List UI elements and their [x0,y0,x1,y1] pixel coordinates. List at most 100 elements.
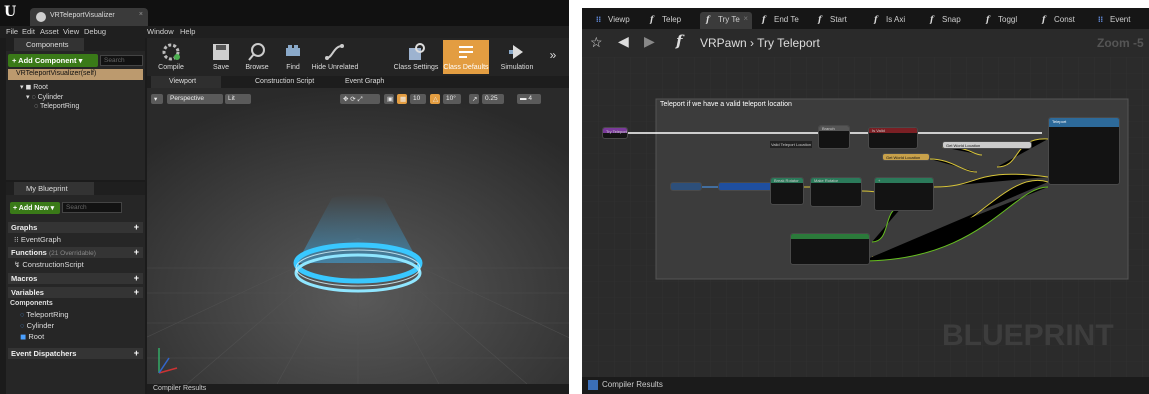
category-functions[interactable]: Functions (21 Overridable) + [8,247,143,258]
rotation-snap-icon[interactable]: △ [430,94,440,104]
class-settings-button[interactable]: Class Settings [391,40,441,74]
self-component-row[interactable]: VRTeleportVisualizer(self) [8,69,143,80]
scale-snap-value[interactable]: 0.25 [482,94,504,104]
get-world-location-node[interactable]: Get World Location [882,153,930,161]
category-variables[interactable]: Variables + [8,287,143,298]
functions-label: Functions [11,248,47,257]
favorite-star-icon[interactable]: ☆ [590,34,603,51]
menu-asset[interactable]: Asset [40,27,59,36]
grid-snap-icon[interactable]: ▦ [397,94,407,104]
add-node[interactable]: + [874,177,934,211]
simulation-button[interactable]: Simulation [493,40,541,74]
tab-try-teleport[interactable]: f Try Te × [700,12,752,29]
tab-viewport[interactable]: Viewport [151,76,221,88]
class-defaults-button[interactable]: Class Defaults [443,40,489,74]
components-tab[interactable]: Components [14,38,84,51]
menu-window[interactable]: Window [147,27,174,36]
add-new-button[interactable]: + Add New ▾ [10,202,60,214]
var-cylinder[interactable]: ◌ Cylinder [20,321,54,330]
tab-construction-script[interactable]: Construction Script [237,76,327,88]
document-tab[interactable]: VRTeleportVisualizer × [30,8,148,26]
category-macros[interactable]: Macros + [8,273,143,284]
hide-unrelated-button[interactable]: Hide Unrelated [307,40,363,74]
component-search-placeholder: Search [104,57,125,64]
menu-view[interactable]: View [63,27,79,36]
add-macro-icon[interactable]: + [134,273,139,283]
tab-teleport[interactable]: f Telep [644,12,696,29]
tab-viewport[interactable]: ⁝⁝ Viewp [590,12,638,29]
function-tabs: ⁝⁝ Viewp f Telep f Try Te × f End Te f Start f… [582,8,1149,29]
graph-canvas[interactable]: Teleport if we have a valid teleport loc… [582,57,1149,377]
viewport-options-icon[interactable]: ▾ [151,94,163,104]
add-dispatcher-icon[interactable]: + [134,348,139,358]
compiler-results-tab[interactable]: Compiler Results [153,385,206,392]
event-graph-item[interactable]: ⁝⁝ EventGraph [14,235,61,244]
component-search-input[interactable]: Search [100,55,143,66]
tab-toggle[interactable]: f Toggl [980,12,1032,29]
break-rotator-node[interactable]: Break Rotator [770,177,804,205]
close-icon[interactable]: × [139,11,143,18]
rotation-snap-value[interactable]: 10° [443,94,461,104]
construction-script-item[interactable]: ↯ ConstructionScript [14,260,84,269]
entry-node[interactable]: Try Teleport [602,127,628,139]
menu-edit[interactable]: Edit [22,27,35,36]
tab-construct[interactable]: f Const [1036,12,1088,29]
add-graph-icon[interactable]: + [134,222,139,232]
valid-location-var[interactable]: Valid Teleport Location [770,141,813,148]
components-subcategory[interactable]: Components [10,300,53,307]
category-graphs[interactable]: Graphs + [8,222,143,233]
category-event-dispatchers[interactable]: Event Dispatchers + [8,348,143,359]
browse-icon [248,43,265,61]
toolbar-overflow-icon[interactable]: » [543,40,563,74]
var-root[interactable]: ◼ Root [20,332,44,341]
my-blueprint-tab[interactable]: My Blueprint [14,182,94,195]
tree-item-teleportring[interactable]: ◌ TeleportRing [34,103,79,110]
add-component-button[interactable]: + Add Component ▾ [8,54,98,67]
construction-script-label: ConstructionScript [22,260,84,269]
var-teleportring[interactable]: ◌ TeleportRing [20,310,69,319]
tab-3-label: End Te [774,15,799,24]
teleport-node[interactable]: Teleport [1048,117,1120,185]
get-location-node[interactable]: Get World Location [942,141,1032,149]
tab-end-teleport[interactable]: f End Te [756,12,808,29]
viewport[interactable]: ▾ Perspective Lit ✥ ⟳ ⤢ ▣ ▦ 10 △ 10° ↗ 0… [147,88,569,384]
compile-button[interactable]: Compile [149,40,193,74]
surface-snap-icon[interactable]: ▣ [384,94,394,104]
comment-title[interactable]: Teleport if we have a valid teleport loc… [660,101,792,108]
back-arrow-icon[interactable]: ◀ [618,33,629,50]
tree-item-cylinder[interactable]: ▾ ◌ Cylinder [26,93,63,101]
tab-snap[interactable]: f Snap [924,12,976,29]
make-rotator-node[interactable]: Make Rotator [810,177,862,207]
get-pose-header [791,234,869,239]
var-teleportring-label: TeleportRing [26,310,69,319]
is-valid-node[interactable]: Is Valid [868,127,918,149]
add-function-icon[interactable]: + [134,247,139,257]
branch-node[interactable]: Branch [818,125,850,149]
perspective-button[interactable]: Perspective [167,94,223,104]
blueprint-search-input[interactable]: Search [62,202,122,213]
transform-tools[interactable]: ✥ ⟳ ⤢ [340,94,380,104]
tab-event[interactable]: ⁝⁝ Event [1092,12,1144,29]
tab-1-label: Telep [662,15,682,24]
lit-button[interactable]: Lit [225,94,251,104]
menu-help[interactable]: Help [180,27,195,36]
tab-event-graph[interactable]: Event Graph [327,76,397,88]
menu-file[interactable]: File [6,27,18,36]
add-variable-icon[interactable]: + [134,287,139,297]
close-icon[interactable]: × [743,14,748,23]
forward-arrow-icon[interactable]: ▶ [644,33,655,50]
right-compiler-results-tab[interactable]: Compiler Results [602,380,663,389]
get-world-location-node-title: Get World Location [886,155,921,160]
breadcrumb-parent[interactable]: VRPawn [700,36,747,50]
menu-debug[interactable]: Debug [84,27,106,36]
grid-icon: ⁝⁝ [1098,14,1104,24]
tree-item-root[interactable]: ▾ ◼ Root [20,83,48,91]
tab-is-axis[interactable]: f Is Axi [868,12,920,29]
get-pose-node[interactable] [790,233,870,265]
tab-start[interactable]: f Start [812,12,864,29]
camera-speed[interactable]: ▬ 4 [517,94,541,104]
scale-snap-icon[interactable]: ↗ [469,94,479,104]
controller-var[interactable] [670,182,702,191]
breadcrumb: VRPawn › Try Teleport [700,36,820,50]
grid-snap-value[interactable]: 10 [410,94,426,104]
